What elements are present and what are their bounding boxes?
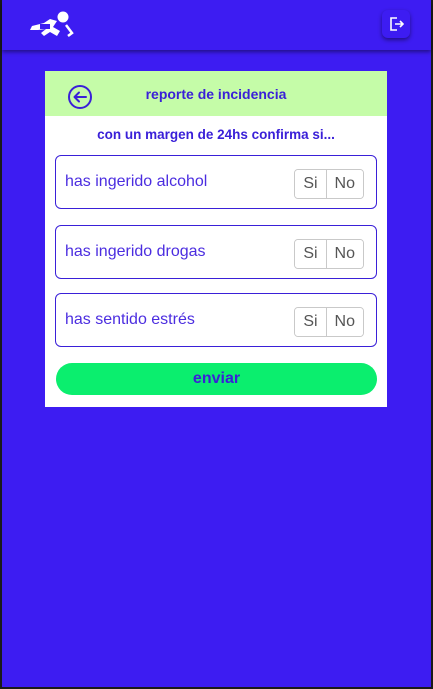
logout-button[interactable] <box>382 10 410 38</box>
yes-option[interactable]: Si <box>295 240 326 268</box>
yes-no-toggle: Si No <box>294 169 364 199</box>
incident-report-card: reporte de incidencia con un margen de 2… <box>45 71 387 407</box>
question-stress: has sentido estrés Si No <box>55 293 377 347</box>
yes-option[interactable]: Si <box>295 170 326 198</box>
instructions-text: con un margen de 24hs confirma si... <box>97 127 335 142</box>
logout-icon <box>390 17 404 31</box>
page-title: reporte de incidencia <box>145 86 287 102</box>
card-header: reporte de incidencia <box>45 71 387 116</box>
question-label: has sentido estrés <box>65 311 195 328</box>
yes-no-toggle: Si No <box>294 307 364 337</box>
running-figure-logo-icon[interactable] <box>26 9 74 41</box>
submit-button[interactable]: enviar <box>56 363 377 395</box>
question-drugs: has ingerido drogas Si No <box>55 225 377 279</box>
no-option[interactable]: No <box>325 308 363 336</box>
question-alcohol: has ingerido alcohol Si No <box>55 155 377 209</box>
question-label: has ingerido drogas <box>65 243 206 260</box>
no-option[interactable]: No <box>325 170 363 198</box>
top-navbar <box>2 0 431 50</box>
no-option[interactable]: No <box>325 240 363 268</box>
yes-no-toggle: Si No <box>294 239 364 269</box>
question-label: has ingerido alcohol <box>65 173 208 190</box>
yes-option[interactable]: Si <box>295 308 326 336</box>
